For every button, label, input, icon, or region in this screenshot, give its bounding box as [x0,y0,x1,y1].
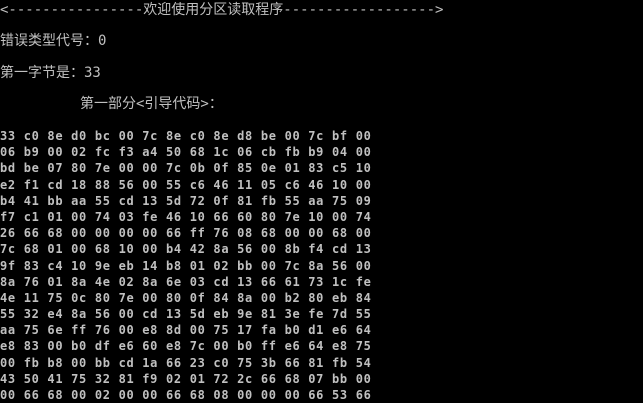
hex-row: 06 b9 00 02 fc f3 a4 50 68 1c 06 cb fb b… [0,145,372,160]
first-byte-line: 第一字节是：33 [0,65,101,81]
hex-row: 33 c0 8e d0 bc 00 7c 8e c0 8e d8 be 00 7… [0,129,372,143]
error-type-value: 0 [98,33,107,49]
hex-row: e2 f1 cd 18 88 56 00 55 c6 46 11 05 c6 4… [0,177,372,192]
hex-row: 43 50 41 75 32 81 f9 02 01 72 2c 66 68 0… [0,371,372,386]
hex-row: 55 32 e4 8a 56 00 cd 13 5d eb 9e 81 3e f… [0,307,372,322]
error-type-line: 错误类型代号：0 [0,33,106,49]
hex-row: 26 66 68 00 00 00 00 66 ff 76 08 68 00 0… [0,226,372,241]
program-title-banner: <----------------欢迎使用分区读取程序-------------… [0,2,444,18]
hex-row: aa 75 6e ff 76 00 e8 8d 00 75 17 fa b0 d… [0,323,372,338]
hex-row: bd be 07 80 7e 00 00 7c 0b 0f 85 0e 01 8… [0,161,372,176]
hex-row: 9f 83 c4 10 9e eb 14 b8 01 02 bb 00 7c 8… [0,258,372,273]
hex-row: 00 fb b8 00 bb cd 1a 66 23 c0 75 3b 66 8… [0,355,372,370]
first-byte-value: 33 [84,65,101,81]
hex-row: e8 83 00 b0 df e6 60 e8 7c 00 b0 ff e6 6… [0,339,372,354]
hex-row: 7c 68 01 00 68 10 00 b4 42 8a 56 00 8b f… [0,242,372,257]
boot-code-heading: 第一部分<引导代码>： [80,96,223,112]
hex-row: 4e 11 75 0c 80 7e 00 80 0f 84 8a 00 b2 8… [0,290,372,305]
first-byte-label: 第一字节是： [0,65,84,81]
hex-row: 8a 76 01 8a 4e 02 8a 6e 03 cd 13 66 61 7… [0,274,372,289]
error-type-label: 错误类型代号： [0,33,98,49]
hex-dump: 33 c0 8e d0 bc 00 7c 8e c0 8e d8 be 00 7… [0,128,643,403]
hex-row: f7 c1 01 00 74 03 fe 46 10 66 60 80 7e 1… [0,209,372,224]
console-window[interactable]: <----------------欢迎使用分区读取程序-------------… [0,0,643,403]
hex-row: b4 41 bb aa 55 cd 13 5d 72 0f 81 fb 55 a… [0,193,372,208]
